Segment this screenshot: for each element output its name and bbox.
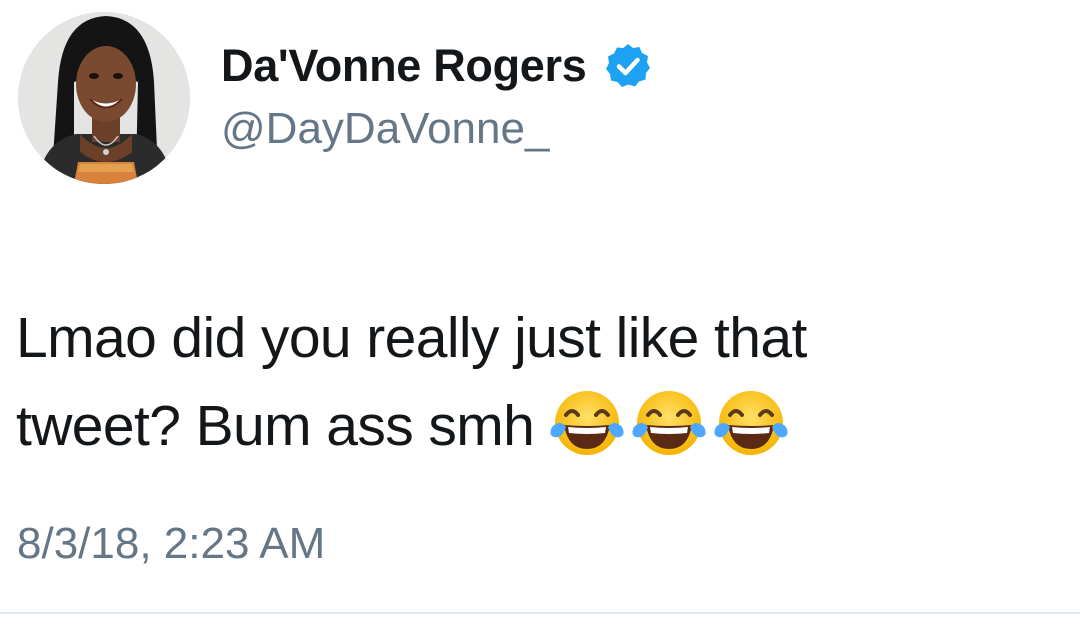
tweet-timestamp[interactable]: 8/3/18, 2:23 AM	[17, 516, 325, 572]
tweet-text: Lmao did you really just like that tweet…	[16, 294, 1056, 470]
avatar[interactable]	[18, 12, 190, 184]
tweet-text-line-2-wrap: tweet? Bum ass smh	[16, 382, 1056, 470]
emoji-group	[548, 383, 794, 461]
tweet-text-line-2: tweet? Bum ass smh	[16, 394, 535, 458]
divider	[0, 612, 1080, 614]
author-name-row[interactable]: Da'Vonne Rogers	[221, 38, 652, 94]
author-handle[interactable]: @DayDaVonne_	[221, 103, 549, 155]
author-display-name[interactable]: Da'Vonne Rogers	[221, 38, 587, 94]
face-with-tears-of-joy-icon	[548, 383, 626, 461]
face-with-tears-of-joy-icon	[712, 383, 790, 461]
face-with-tears-of-joy-icon	[630, 383, 708, 461]
avatar-image	[18, 12, 190, 184]
tweet-text-line-1: Lmao did you really just like that	[16, 306, 807, 370]
verified-badge-icon	[604, 42, 652, 90]
tweet-card: Da'Vonne Rogers @DayDaVonne_ Lmao did yo…	[0, 0, 1080, 632]
